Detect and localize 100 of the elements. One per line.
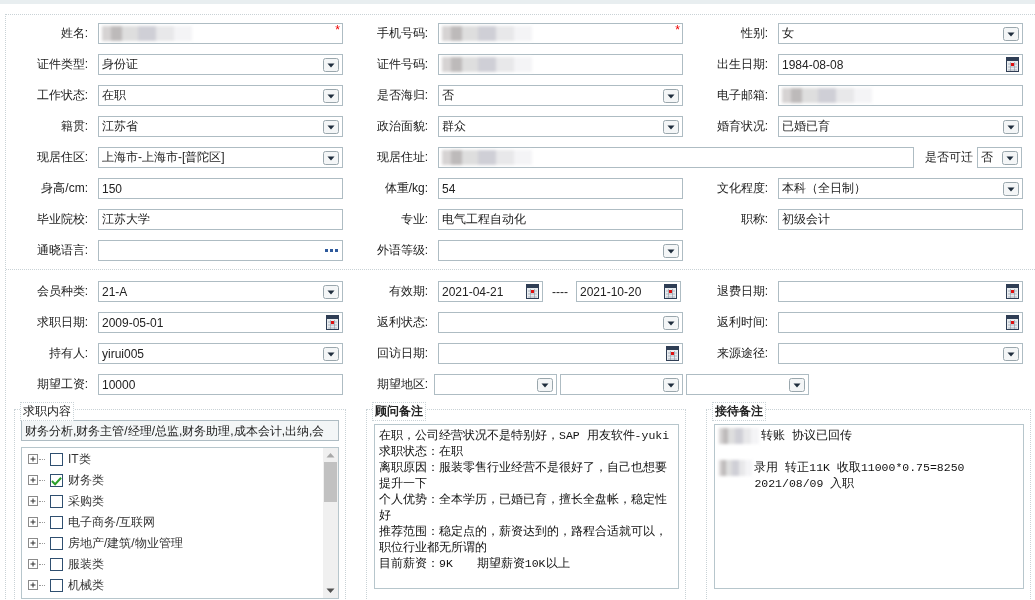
- dropdown-button[interactable]: [663, 119, 679, 134]
- date-field[interactable]: 2021-10-20: [576, 281, 681, 302]
- expand-icon[interactable]: [28, 496, 39, 507]
- dropdown-button[interactable]: [1003, 181, 1019, 196]
- date-field[interactable]: 2009-05-01: [98, 312, 343, 333]
- text-field[interactable]: 初级会计: [778, 209, 1023, 230]
- calendar-icon[interactable]: [666, 346, 679, 361]
- checkbox[interactable]: [50, 537, 63, 550]
- date-field[interactable]: [778, 281, 1023, 302]
- text-field[interactable]: 电气工程自动化: [438, 209, 683, 230]
- calendar-icon[interactable]: [1006, 284, 1019, 299]
- note-text: 推荐范围：稳定点的，薪资达到的，路程合适就可以，职位行业都无所谓的: [379, 524, 668, 556]
- select-field[interactable]: 上海市-上海市-[普陀区]: [98, 147, 343, 168]
- calendar-icon[interactable]: [664, 284, 677, 299]
- note-text: 在职，公司经营状况不是特别好，SAP 用友软件-yuki: [379, 428, 670, 444]
- calendar-icon[interactable]: [1006, 315, 1019, 330]
- select-field[interactable]: [438, 240, 683, 261]
- dropdown-button[interactable]: [1002, 150, 1018, 165]
- checkbox[interactable]: [50, 474, 63, 487]
- select-field[interactable]: 身份证: [98, 54, 343, 75]
- select-field[interactable]: 否: [977, 147, 1022, 168]
- select-field[interactable]: [686, 374, 809, 395]
- tree-item[interactable]: 财务类: [68, 472, 104, 489]
- expand-icon[interactable]: [28, 517, 39, 528]
- dropdown-button[interactable]: [663, 377, 679, 392]
- dropdown-button[interactable]: [1003, 119, 1019, 134]
- dropdown-button[interactable]: [323, 57, 339, 72]
- dropdown-button[interactable]: [323, 88, 339, 103]
- tree-item[interactable]: 房地产/建筑/物业管理: [68, 535, 183, 552]
- select-field[interactable]: 在职: [98, 85, 343, 106]
- select-field[interactable]: [560, 374, 683, 395]
- dropdown-button[interactable]: [323, 150, 339, 165]
- note-text: 求职状态：在职: [379, 444, 463, 460]
- note-text: 离职原因：服装零售行业经营不是很好了，自己也想要提升一下: [379, 460, 668, 492]
- tree-item[interactable]: 机械类: [68, 577, 104, 594]
- text-field[interactable]: *: [98, 23, 343, 44]
- dropdown-button[interactable]: [537, 377, 553, 392]
- tree-item[interactable]: 服装类: [68, 556, 104, 573]
- select-field[interactable]: 女: [778, 23, 1023, 44]
- date-field[interactable]: [438, 343, 683, 364]
- address-field[interactable]: [438, 147, 914, 168]
- dropdown-button[interactable]: [663, 88, 679, 103]
- dropdown-button[interactable]: [323, 346, 339, 361]
- notes-field[interactable]: 在职，公司经营状况不是特别好，SAP 用友软件-yuki 求职状态：在职 离职原因：服装零售行业经营不是很好了，自己也想要提升一下 个人优势：全本学历，已婚已育，擅长全盘帐，稳定性好 推荐范围：稳定点的，薪资达到的，路程合适就可以，职位行业都无所谓的 目前薪资：9K 期望薪资10K以上: [374, 424, 679, 589]
- select-field[interactable]: [438, 312, 683, 333]
- checkbox[interactable]: [50, 516, 63, 529]
- date-field[interactable]: 1984-08-08: [778, 54, 1023, 75]
- dropdown-button[interactable]: [323, 284, 339, 299]
- date-field[interactable]: [778, 312, 1023, 333]
- select-field[interactable]: 江苏省: [98, 116, 343, 137]
- note-text: 个人优势：全本学历，已婚已育，擅长全盘帐，稳定性好: [379, 492, 668, 524]
- expand-icon[interactable]: [28, 580, 39, 591]
- lookup-field[interactable]: [98, 240, 343, 261]
- select-field[interactable]: [434, 374, 557, 395]
- date-field[interactable]: 2021-04-21: [438, 281, 543, 302]
- required-mark: *: [675, 23, 680, 37]
- checkbox[interactable]: [50, 579, 63, 592]
- text-field[interactable]: 150: [98, 178, 343, 199]
- tree-item[interactable]: IT类: [68, 451, 91, 468]
- field-label: 专业:: [399, 211, 428, 228]
- field-label: 是否海归:: [375, 87, 428, 104]
- scrollbar-thumb[interactable]: [324, 462, 337, 502]
- dropdown-button[interactable]: [663, 243, 679, 258]
- expand-icon[interactable]: [28, 538, 39, 549]
- checkbox[interactable]: [50, 495, 63, 508]
- checkbox[interactable]: [50, 558, 63, 571]
- text-field[interactable]: 江苏大学: [98, 209, 343, 230]
- select-field[interactable]: [778, 343, 1023, 364]
- expand-icon[interactable]: [28, 559, 39, 570]
- text-field[interactable]: *: [438, 23, 683, 44]
- select-field[interactable]: yirui005: [98, 343, 343, 364]
- field-label: 籍贯:: [59, 118, 88, 135]
- calendar-icon[interactable]: [526, 284, 539, 299]
- text-field[interactable]: [438, 54, 683, 75]
- dropdown-button[interactable]: [1003, 26, 1019, 41]
- select-field[interactable]: 群众: [438, 116, 683, 137]
- dropdown-button[interactable]: [1003, 346, 1019, 361]
- select-field[interactable]: 否: [438, 85, 683, 106]
- scroll-down-icon[interactable]: [326, 588, 335, 594]
- selected-jobs-field[interactable]: 财务分析,财务主管/经理/总监,财务助理,成本会计,出纳,会: [21, 420, 339, 441]
- tree-item[interactable]: 采购类: [68, 493, 104, 510]
- expand-icon[interactable]: [28, 475, 39, 486]
- select-field[interactable]: 本科（全日制）: [778, 178, 1023, 199]
- field-label: 现居住区:: [35, 149, 88, 166]
- more-icon[interactable]: [325, 248, 339, 253]
- dropdown-button[interactable]: [323, 119, 339, 134]
- tree-item[interactable]: 电子商务/互联网: [68, 514, 156, 531]
- text-field[interactable]: 54: [438, 178, 683, 199]
- notes-field[interactable]: 转账 协议已回传 录用 转正11K 收取11000*0.75=8250 2021/08/09 入职: [714, 424, 1024, 589]
- select-field[interactable]: 已婚已育: [778, 116, 1023, 137]
- calendar-icon[interactable]: [326, 315, 339, 330]
- text-field[interactable]: 10000: [98, 374, 343, 395]
- dropdown-button[interactable]: [789, 377, 805, 392]
- text-field[interactable]: [778, 85, 1023, 106]
- select-field[interactable]: 21-A: [98, 281, 343, 302]
- calendar-icon[interactable]: [1006, 57, 1019, 72]
- scrollbar[interactable]: [323, 448, 338, 598]
- checkbox[interactable]: [50, 453, 63, 466]
- dropdown-button[interactable]: [663, 315, 679, 330]
- expand-icon[interactable]: [28, 454, 39, 465]
